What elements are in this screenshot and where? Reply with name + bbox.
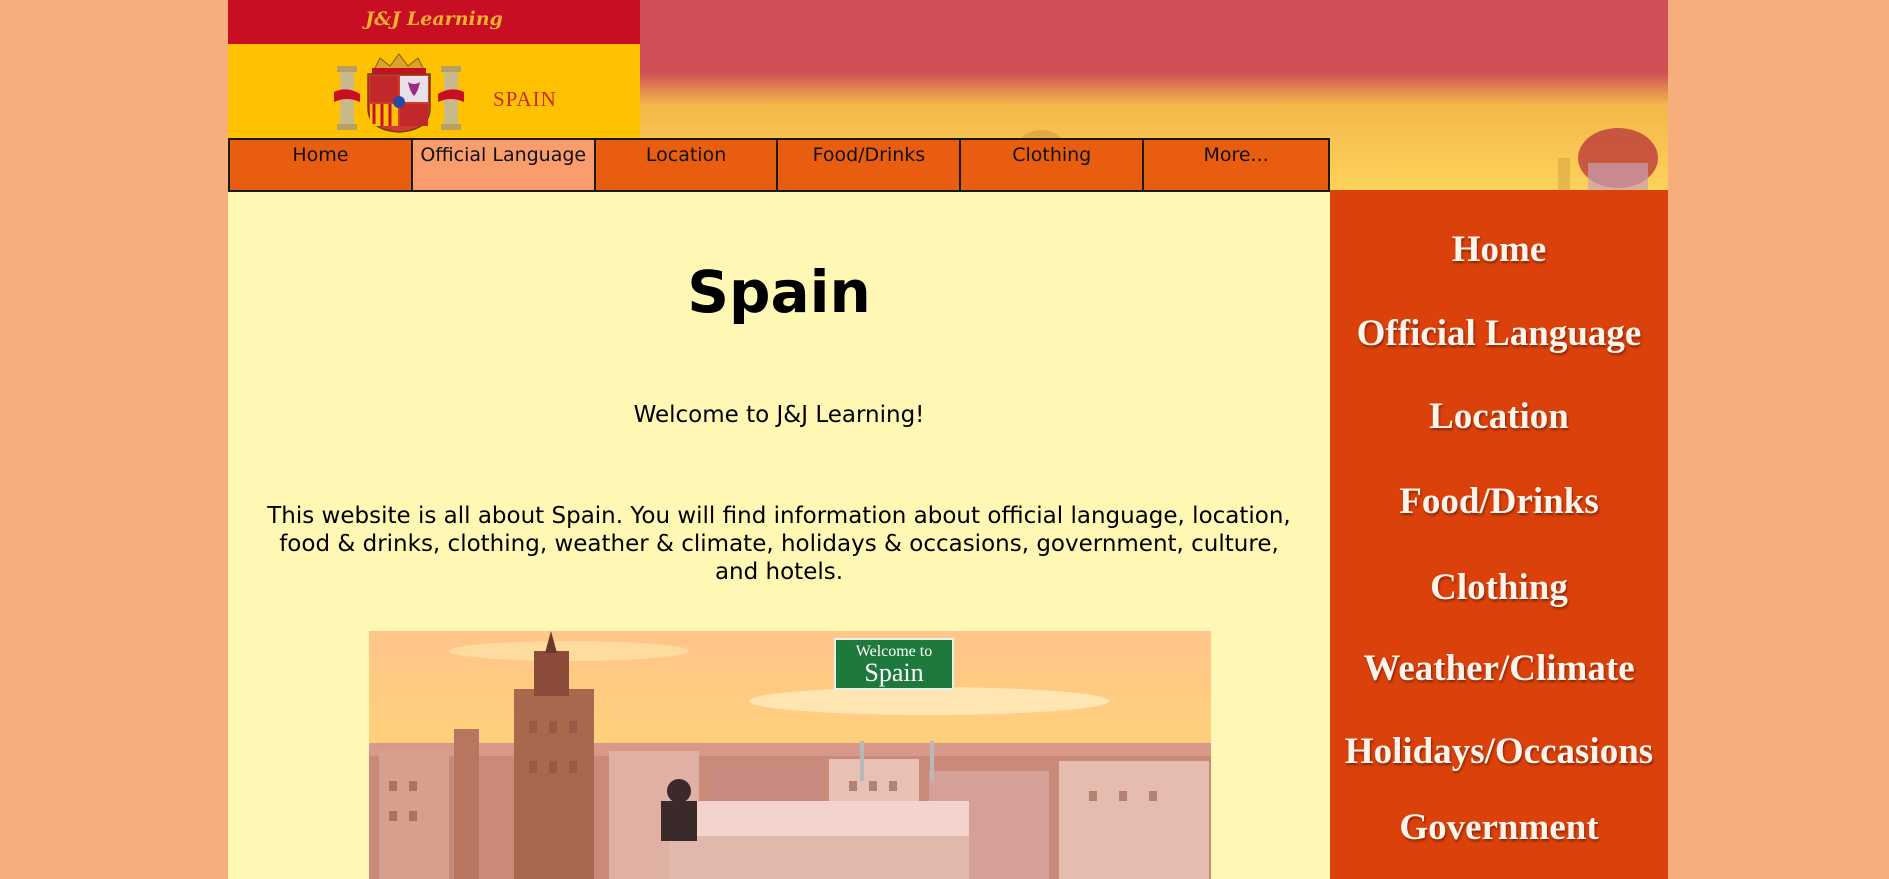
page-container: J&J Learning SPAIN Home Official Languag… bbox=[228, 0, 1668, 879]
spain-city-image: Welcome to Spain bbox=[369, 631, 1211, 879]
logo-country: SPAIN bbox=[493, 87, 557, 111]
hero-sign-line2: Spain bbox=[864, 658, 923, 687]
top-navigation: Home Official Language Location Food/Dri… bbox=[228, 138, 1330, 192]
welcome-text: Welcome to J&J Learning! bbox=[633, 402, 925, 428]
nav-item-food-drinks[interactable]: Food/Drinks bbox=[778, 140, 962, 190]
sidebar-item-home[interactable]: Home bbox=[1330, 228, 1668, 271]
nav-item-official-language[interactable]: Official Language bbox=[412, 140, 596, 190]
main-content: Spain Welcome to J&J Learning! This webs… bbox=[228, 192, 1330, 879]
nav-item-more[interactable]: More... bbox=[1144, 140, 1328, 190]
sidebar-item-official-language[interactable]: Official Language bbox=[1330, 312, 1668, 355]
sidebar-item-weather-climate[interactable]: Weather/Climate bbox=[1330, 647, 1668, 690]
nav-item-location[interactable]: Location bbox=[596, 140, 779, 190]
sidebar-navigation: Home Official Language Location Food/Dri… bbox=[1330, 190, 1668, 879]
sidebar-item-food-drinks[interactable]: Food/Drinks bbox=[1330, 480, 1668, 523]
coat-of-arms-icon bbox=[334, 53, 464, 133]
banner-crest-icon bbox=[1558, 128, 1658, 190]
nav-item-clothing[interactable]: Clothing bbox=[961, 140, 1145, 190]
logo-title: J&J Learning bbox=[365, 8, 503, 30]
intro-paragraph: This website is all about Spain. You wil… bbox=[267, 503, 1291, 585]
sidebar-item-holidays-occasions[interactable]: Holidays/Occasions bbox=[1330, 730, 1668, 773]
nav-item-home[interactable]: Home bbox=[230, 140, 413, 190]
sidebar-item-clothing[interactable]: Clothing bbox=[1330, 566, 1668, 609]
site-logo[interactable]: J&J Learning SPAIN bbox=[228, 0, 640, 138]
sidebar-item-location[interactable]: Location bbox=[1330, 395, 1668, 438]
sidebar-item-government[interactable]: Government bbox=[1330, 806, 1668, 849]
page-title: Spain bbox=[687, 258, 871, 326]
